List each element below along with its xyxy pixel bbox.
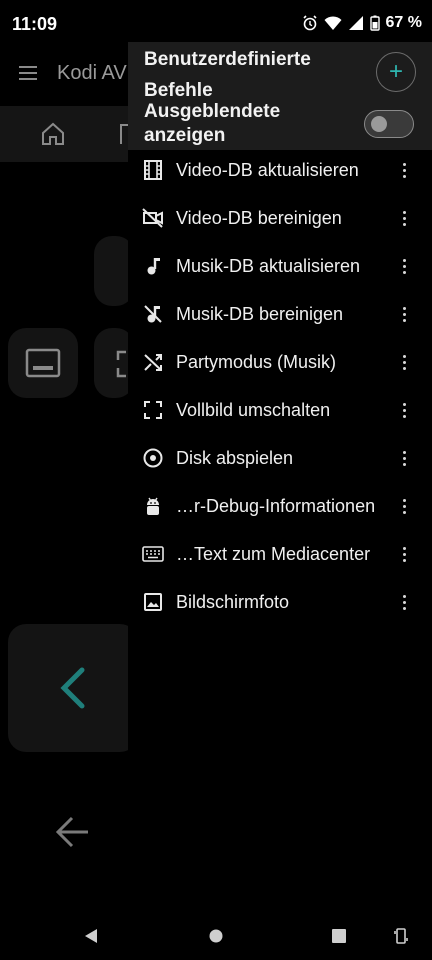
status-clock: 11:09	[12, 14, 58, 34]
subtitles-icon	[25, 348, 61, 378]
android-icon	[142, 495, 164, 517]
command-label: Video-DB aktualisieren	[176, 160, 359, 180]
home-icon[interactable]	[40, 121, 66, 147]
battery-level: 67 %	[385, 14, 422, 31]
more-vert-icon[interactable]	[392, 350, 416, 374]
command-label: Bildschirmfoto	[176, 592, 290, 612]
disc-icon	[142, 447, 164, 469]
drawer-title: Benutzerdefinierte Befehle	[144, 49, 311, 101]
plus-icon: +	[388, 58, 403, 85]
more-vert-icon[interactable]	[392, 542, 416, 566]
command-item[interactable]: Musik-DB bereinigen	[128, 290, 432, 338]
command-label: Video-DB bereinigen	[176, 208, 342, 228]
more-vert-icon[interactable]	[392, 254, 416, 278]
add-command-button[interactable]: +	[376, 52, 416, 92]
signal-icon	[348, 16, 363, 30]
image-icon	[142, 591, 164, 613]
tab-partial-icon[interactable]	[120, 124, 128, 144]
more-vert-icon[interactable]	[392, 398, 416, 422]
video-off-icon	[142, 207, 164, 229]
command-label: Musik-DB bereinigen	[176, 304, 344, 324]
subtitles-tile[interactable]	[8, 328, 78, 398]
back-tile[interactable]	[8, 624, 138, 752]
command-label: Disk abspielen	[176, 448, 294, 468]
command-label: Musik-DB aktualisieren	[176, 256, 361, 276]
keyboard-icon	[142, 543, 164, 565]
chevron-left-icon	[60, 667, 85, 709]
fullscreen-partial-icon	[116, 350, 126, 378]
arrow-back-icon[interactable]	[54, 814, 90, 850]
music-off-icon	[142, 303, 164, 325]
music-note-icon	[142, 255, 164, 277]
command-item[interactable]: Video-DB bereinigen	[128, 194, 432, 242]
command-item[interactable]: Video-DB aktualisieren	[128, 146, 432, 194]
toggle-knob	[371, 116, 387, 132]
command-label: …r-Debug-Informationen	[176, 496, 376, 516]
command-label: …Text zum Mediacenter	[176, 544, 371, 564]
command-item[interactable]: …r-Debug-Informationen	[128, 482, 432, 530]
nav-recents-icon[interactable]	[332, 929, 346, 943]
more-vert-icon[interactable]	[392, 158, 416, 182]
show-hidden-label: Ausgeblendete anzeigen	[144, 101, 281, 146]
more-vert-icon[interactable]	[392, 590, 416, 614]
alarm-icon	[302, 15, 317, 31]
more-vert-icon[interactable]	[392, 302, 416, 326]
film-icon	[142, 159, 164, 181]
nav-home-icon[interactable]	[209, 929, 223, 943]
wifi-icon	[324, 16, 342, 30]
nav-back-icon[interactable]	[84, 928, 98, 944]
command-label: Partymodus (Musik)	[176, 352, 337, 372]
background-app-title: Kodi AV	[57, 62, 127, 84]
command-item[interactable]: …Text zum Mediacenter	[128, 530, 432, 578]
command-item[interactable]: Musik-DB aktualisieren	[128, 242, 432, 290]
command-label: Vollbild umschalten	[176, 400, 331, 420]
more-vert-icon[interactable]	[392, 446, 416, 470]
command-item[interactable]: Bildschirmfoto	[128, 578, 432, 626]
shuffle-icon	[142, 351, 164, 373]
menu-icon[interactable]	[18, 65, 38, 81]
command-item[interactable]: Disk abspielen	[128, 434, 432, 482]
more-vert-icon[interactable]	[392, 494, 416, 518]
command-item[interactable]: Partymodus (Musik)	[128, 338, 432, 386]
status-icons: 67 %	[302, 14, 422, 32]
command-item[interactable]: Vollbild umschalten	[128, 386, 432, 434]
rotate-icon[interactable]	[394, 927, 408, 945]
fullscreen-icon	[142, 399, 164, 421]
more-vert-icon[interactable]	[392, 206, 416, 230]
battery-icon	[369, 15, 380, 31]
